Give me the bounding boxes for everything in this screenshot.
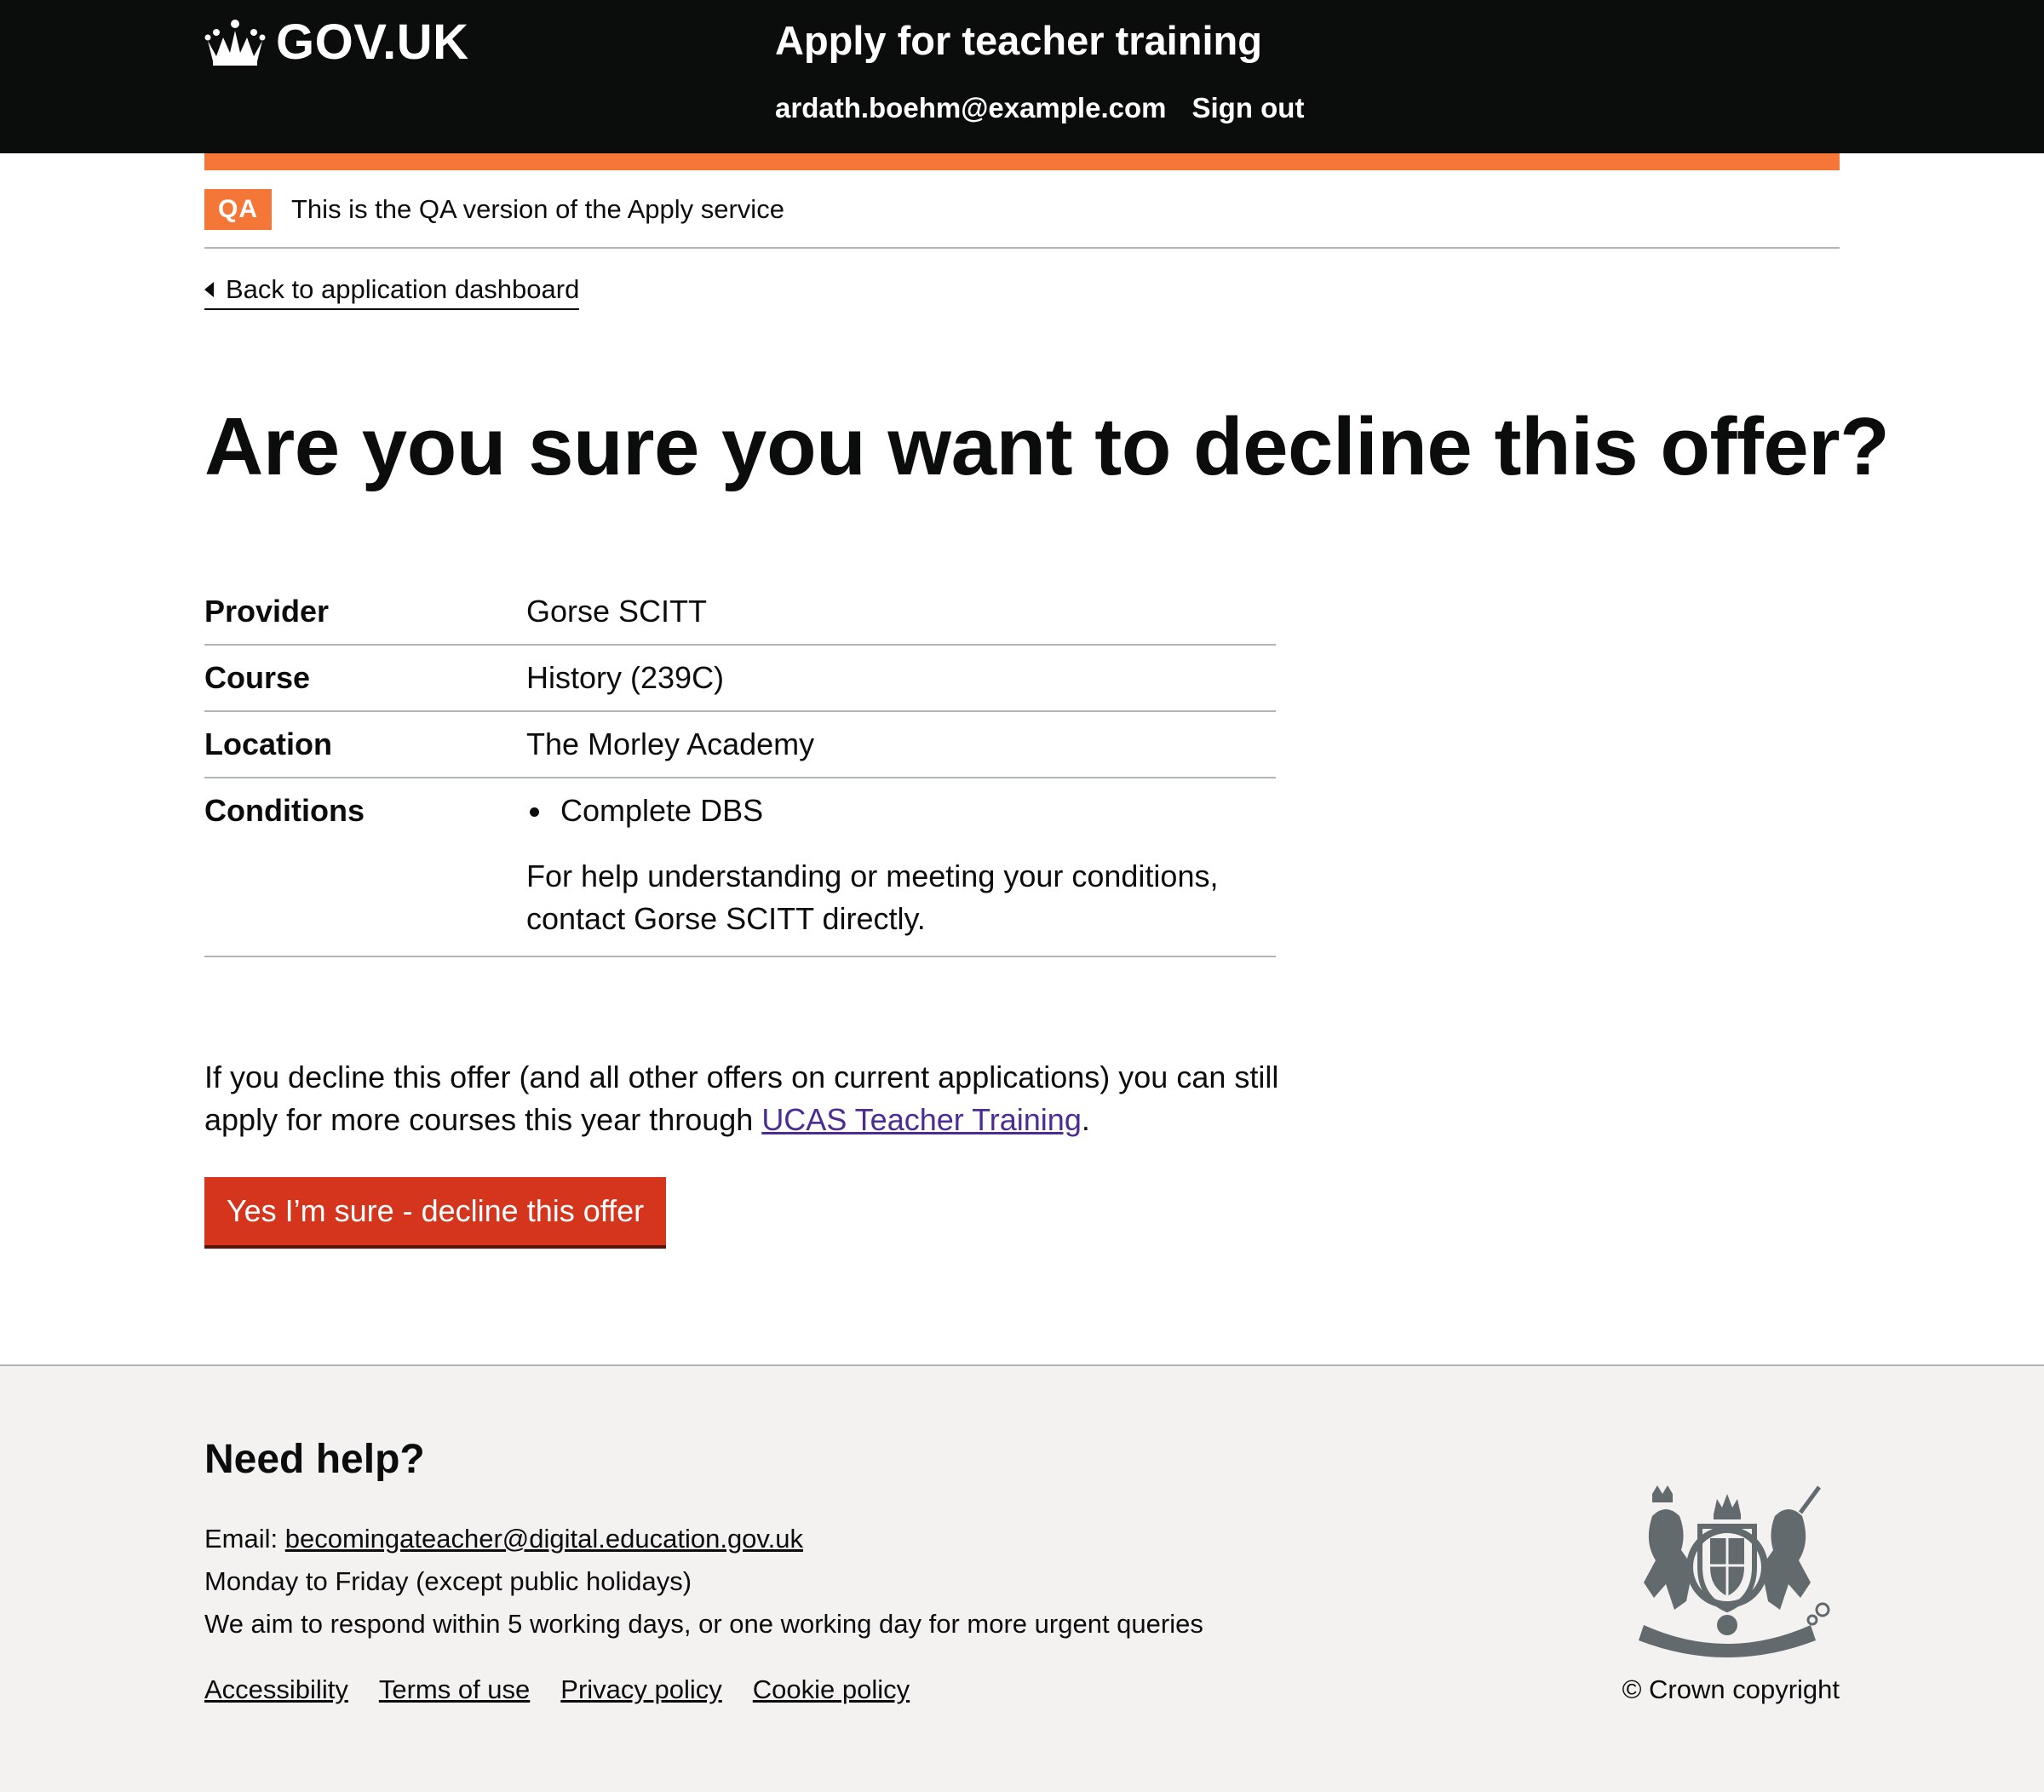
email-label: Email: — [204, 1524, 285, 1554]
site-header: GOV.UK Apply for teacher training ardath… — [0, 0, 2044, 153]
footer-link-privacy[interactable]: Privacy policy — [560, 1671, 722, 1709]
service-name[interactable]: Apply for teacher training — [775, 17, 1262, 65]
footer-hours: Monday to Friday (except public holidays… — [204, 1566, 692, 1596]
footer-links: Accessibility Terms of use Privacy polic… — [204, 1671, 910, 1709]
summary-row-conditions: Conditions Complete DBS For help underst… — [204, 778, 1276, 957]
back-link[interactable]: Back to application dashboard — [204, 273, 580, 310]
govuk-logo[interactable]: GOV.UK — [204, 15, 468, 70]
page-title: Are you sure you want to decline this of… — [204, 401, 1890, 492]
footer-response-time: We aim to respond within 5 working days,… — [204, 1609, 1203, 1639]
crown-icon — [204, 20, 266, 66]
support-email-link[interactable]: becomingateacher@digital.education.gov.u… — [285, 1524, 803, 1554]
summary-value: Gorse SCITT — [526, 594, 708, 629]
back-link-label: Back to application dashboard — [226, 274, 580, 304]
decline-info-paragraph: If you decline this offer (and all other… — [204, 1056, 1312, 1141]
decline-offer-button[interactable]: Yes I’m sure - decline this offer — [204, 1177, 666, 1245]
royal-crest-icon — [1639, 1485, 1830, 1657]
footer-link-cookies[interactable]: Cookie policy — [753, 1671, 910, 1709]
summary-row-provider: Provider Gorse SCITT — [204, 579, 1276, 646]
summary-value: The Morley Academy — [526, 727, 815, 761]
footer-link-terms[interactable]: Terms of use — [379, 1671, 530, 1709]
summary-key: Conditions — [204, 793, 365, 828]
crown-copyright[interactable]: © Crown copyright — [1622, 1671, 1840, 1709]
site-footer: Need help? Email: becomingateacher@digit… — [0, 1364, 2044, 1792]
sign-out-link[interactable]: Sign out — [1191, 90, 1304, 126]
conditions-help-text: For help understanding or meeting your c… — [526, 859, 1219, 936]
phase-tag: QA — [204, 189, 272, 230]
summary-key: Location — [204, 727, 332, 761]
paragraph-end: . — [1081, 1102, 1090, 1137]
header-accent-bar — [204, 153, 1840, 170]
logo-text: GOV.UK — [276, 14, 469, 70]
footer-contact: Email: becomingateacher@digital.educatio… — [204, 1518, 1203, 1646]
summary-row-location: Location The Morley Academy — [204, 712, 1276, 778]
summary-value: History (239C) — [526, 660, 725, 695]
footer-help-title: Need help? — [204, 1437, 425, 1482]
summary-key: Provider — [204, 594, 330, 629]
footer-link-accessibility[interactable]: Accessibility — [204, 1671, 348, 1709]
offer-summary-list: Provider Gorse SCITT Course History (239… — [204, 579, 1276, 957]
summary-row-course: Course History (239C) — [204, 646, 1276, 712]
back-arrow-icon — [204, 282, 214, 297]
ucas-teacher-training-link[interactable]: UCAS Teacher Training — [761, 1102, 1082, 1137]
header-nav: ardath.boehm@example.com Sign out — [775, 90, 1304, 126]
paragraph-text: If you decline this offer (and all other… — [204, 1060, 1279, 1137]
condition-item: Complete DBS — [526, 790, 1276, 831]
phase-banner: QA This is the QA version of the Apply s… — [204, 170, 1840, 249]
phase-text: This is the QA version of the Apply serv… — [291, 194, 784, 224]
user-email-link[interactable]: ardath.boehm@example.com — [775, 90, 1166, 126]
footer-email-line: Email: becomingateacher@digital.educatio… — [204, 1518, 1203, 1560]
summary-value: Complete DBS For help understanding or m… — [526, 790, 1276, 940]
conditions-list: Complete DBS — [526, 790, 1276, 831]
summary-key: Course — [204, 660, 311, 695]
